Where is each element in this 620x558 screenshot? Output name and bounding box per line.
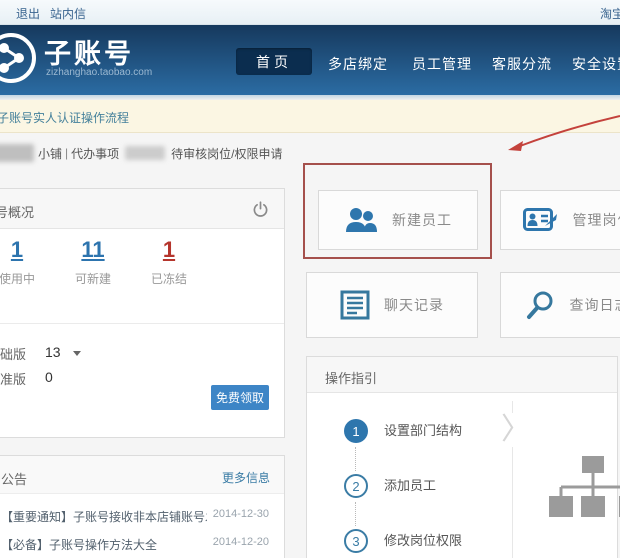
announcements-panel: 公告 更多信息 【重要通知】子账号接收非本店铺账号发送 2014-12-30 【… (0, 455, 285, 558)
power-icon[interactable] (252, 201, 269, 218)
version-standard-label: 标准版 (0, 369, 26, 388)
chevron-right-icon: 〉 (501, 413, 531, 447)
stat-frozen-label: 已冻结 (147, 270, 191, 287)
manage-post-button[interactable]: 管理岗位 (500, 190, 620, 250)
id-badge-icon (523, 206, 559, 234)
taobao-link[interactable]: 淘宝 (600, 5, 620, 22)
version-basic-label: 基础版 (0, 344, 26, 363)
step-label: 设置部门结构 (384, 419, 462, 443)
greeting-fragment: ， (0, 7, 6, 21)
redacted-shop-name (0, 144, 34, 162)
new-employee-button[interactable]: 新建员工 (318, 190, 478, 250)
separator: | (65, 146, 68, 160)
stat-in-use-label: 使用中 (0, 270, 39, 287)
chat-log-button[interactable]: 聊天记录 (306, 272, 478, 338)
stat-frozen: 1 已冻结 (147, 237, 191, 287)
version-standard-value: 0 (45, 369, 53, 385)
logo-title: 子账号 (44, 32, 134, 71)
manage-post-label: 管理岗位 (573, 210, 620, 230)
overview-divider (0, 323, 284, 324)
more-info-link[interactable]: 更多信息 (222, 469, 270, 486)
overview-panel-title: 子账号概况 (0, 202, 34, 221)
new-employee-label: 新建员工 (392, 210, 452, 230)
announcements-title: 公告 (1, 469, 27, 488)
logout-link[interactable]: 退出 (16, 7, 40, 21)
subaccount-logo-icon (0, 31, 38, 85)
step-number-badge: 2 (344, 474, 368, 498)
announcement-date: 2014-12-20 (213, 536, 269, 548)
nav-item-security[interactable]: 安全设置 (572, 54, 620, 74)
free-claim-button[interactable]: 免费领取 (211, 385, 269, 410)
stat-in-use-value[interactable]: 1 (0, 237, 39, 263)
app-header: 子账号 zizhanghao.taobao.com 首页 多店绑定 员工管理 客… (0, 25, 620, 95)
version-basic-value: 13 (45, 344, 61, 360)
search-icon (526, 290, 556, 320)
users-icon (344, 206, 378, 234)
logo-domain: zizhanghao.taobao.com (46, 67, 152, 78)
nav-item-multistore[interactable]: 多店绑定 (328, 54, 388, 74)
shop-name-suffix: 小铺 (38, 145, 62, 162)
announcement-title[interactable]: 【必备】子账号操作方法大全 (1, 536, 157, 553)
announcement-item[interactable]: 【必备】子账号操作方法大全 2014-12-20 (0, 536, 284, 554)
step-label: 修改岗位权限 (384, 529, 462, 553)
step-number-badge: 1 (344, 419, 368, 443)
stat-creatable: 11 可新建 (71, 237, 115, 287)
guide-header: 操作指引 (307, 357, 617, 393)
pending-approvals-link[interactable]: 待审核岗位/权限申请 (171, 145, 282, 162)
top-utility-bar: ， 退出站内信 淘宝 (0, 0, 620, 25)
announcement-date: 2014-12-30 (213, 508, 269, 520)
guide-title: 操作指引 (325, 368, 377, 387)
step-label: 添加员工 (384, 474, 436, 498)
stat-creatable-value[interactable]: 11 (71, 237, 115, 263)
announcements-header: 公告 更多信息 (0, 456, 284, 494)
query-log-button[interactable]: 查询日志 (500, 272, 620, 338)
org-chart-icon (537, 453, 620, 525)
stat-frozen-value[interactable]: 1 (147, 237, 191, 263)
nav-tab-home[interactable]: 首页 (236, 48, 312, 75)
stat-in-use: 1 使用中 (0, 237, 39, 287)
account-overview-panel: 子账号概况 1 使用中 11 可新建 1 已冻结 基础版 13 标准版 0 (0, 188, 285, 438)
subaccount-home-screen: ， 退出站内信 淘宝 子账号 zizhanghao.taobao.com 首页 多… (0, 0, 620, 558)
user-info-line: 小铺 | 代办事项 待审核岗位/权限申请 (0, 142, 283, 164)
notice-bar: 子账号实人认证操作流程 (0, 100, 620, 133)
nav-item-employees[interactable]: 员工管理 (412, 54, 472, 74)
stat-creatable-label: 可新建 (71, 270, 115, 287)
query-log-label: 查询日志 (570, 295, 620, 315)
step-connector (355, 447, 356, 471)
site-mail-link[interactable]: 站内信 (50, 7, 86, 21)
topbar-left-links: ， 退出站内信 (0, 5, 96, 22)
step-number-badge: 3 (344, 529, 368, 553)
realname-flow-link[interactable]: 子账号实人认证操作流程 (0, 109, 129, 126)
operation-guide-panel: 操作指引 1 设置部门结构 2 添加员工 3 修改岗位权限 〉 (306, 356, 618, 558)
announcement-item[interactable]: 【重要通知】子账号接收非本店铺账号发送 2014-12-30 (0, 508, 284, 526)
overview-panel-header: 子账号概况 (0, 189, 284, 229)
step-connector (355, 502, 356, 526)
nav-item-service-routing[interactable]: 客服分流 (492, 54, 552, 74)
todo-label[interactable]: 代办事项 (71, 145, 119, 162)
chat-log-icon (340, 290, 370, 320)
announcement-title[interactable]: 【重要通知】子账号接收非本店铺账号发送 (1, 508, 207, 525)
chat-log-label: 聊天记录 (384, 295, 444, 315)
chevron-down-icon[interactable] (73, 351, 81, 356)
redacted-count (125, 146, 165, 160)
